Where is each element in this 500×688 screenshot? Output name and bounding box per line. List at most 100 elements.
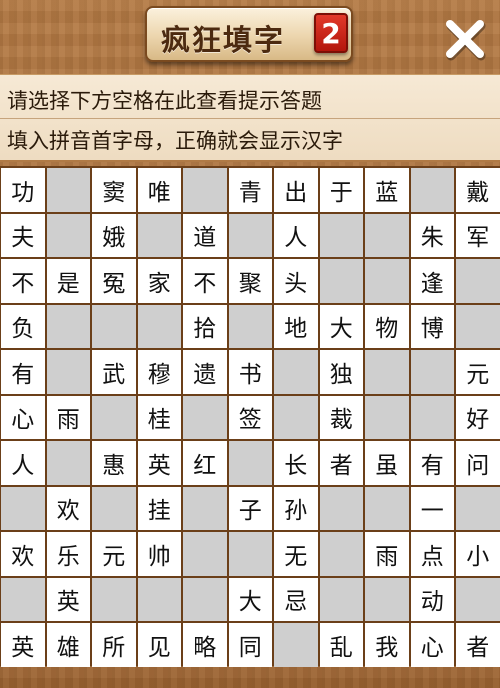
grid-cell-empty[interactable] xyxy=(228,304,272,348)
grid-cell-empty[interactable] xyxy=(183,168,227,212)
grid-cell-filled[interactable]: 雨 xyxy=(365,532,409,576)
grid-cell-empty[interactable] xyxy=(456,259,500,303)
grid-cell-empty[interactable] xyxy=(365,486,409,530)
grid-cell-empty[interactable] xyxy=(410,350,454,394)
grid-cell-filled[interactable]: 夫 xyxy=(1,213,45,257)
grid-cell-empty[interactable] xyxy=(1,486,45,530)
grid-cell-filled[interactable]: 乱 xyxy=(319,623,363,667)
grid-cell-filled[interactable]: 桂 xyxy=(137,395,181,439)
grid-cell-empty[interactable] xyxy=(183,486,227,530)
grid-cell-filled[interactable]: 心 xyxy=(410,623,454,667)
grid-cell-empty[interactable] xyxy=(456,304,500,348)
grid-cell-filled[interactable]: 冤 xyxy=(92,259,136,303)
grid-cell-filled[interactable]: 书 xyxy=(228,350,272,394)
grid-cell-filled[interactable]: 娥 xyxy=(92,213,136,257)
grid-cell-filled[interactable]: 唯 xyxy=(137,168,181,212)
grid-cell-filled[interactable]: 朱 xyxy=(410,213,454,257)
grid-cell-filled[interactable]: 英 xyxy=(46,577,90,621)
grid-cell-filled[interactable]: 点 xyxy=(410,532,454,576)
grid-cell-filled[interactable]: 略 xyxy=(183,623,227,667)
grid-cell-empty[interactable] xyxy=(228,213,272,257)
grid-cell-filled[interactable]: 惠 xyxy=(92,441,136,485)
grid-cell-empty[interactable] xyxy=(46,304,90,348)
grid-cell-empty[interactable] xyxy=(365,213,409,257)
grid-cell-filled[interactable]: 者 xyxy=(456,623,500,667)
grid-cell-filled[interactable]: 博 xyxy=(410,304,454,348)
grid-cell-empty[interactable] xyxy=(456,486,500,530)
grid-cell-empty[interactable] xyxy=(319,259,363,303)
grid-cell-empty[interactable] xyxy=(137,213,181,257)
grid-cell-empty[interactable] xyxy=(319,577,363,621)
grid-cell-empty[interactable] xyxy=(319,213,363,257)
grid-cell-filled[interactable]: 同 xyxy=(228,623,272,667)
grid-cell-filled[interactable]: 无 xyxy=(274,532,318,576)
grid-cell-empty[interactable] xyxy=(1,577,45,621)
grid-cell-empty[interactable] xyxy=(410,168,454,212)
grid-cell-filled[interactable]: 独 xyxy=(319,350,363,394)
grid-cell-filled[interactable]: 英 xyxy=(1,623,45,667)
grid-cell-filled[interactable]: 不 xyxy=(183,259,227,303)
grid-cell-empty[interactable] xyxy=(183,532,227,576)
grid-cell-filled[interactable]: 所 xyxy=(92,623,136,667)
grid-cell-empty[interactable] xyxy=(46,441,90,485)
grid-cell-empty[interactable] xyxy=(228,441,272,485)
grid-cell-filled[interactable]: 雨 xyxy=(46,395,90,439)
grid-cell-empty[interactable] xyxy=(92,395,136,439)
grid-cell-filled[interactable]: 头 xyxy=(274,259,318,303)
grid-cell-empty[interactable] xyxy=(183,395,227,439)
grid-cell-filled[interactable]: 人 xyxy=(274,213,318,257)
grid-cell-filled[interactable]: 小 xyxy=(456,532,500,576)
grid-cell-filled[interactable]: 拾 xyxy=(183,304,227,348)
grid-cell-filled[interactable]: 负 xyxy=(1,304,45,348)
grid-cell-filled[interactable]: 武 xyxy=(92,350,136,394)
grid-cell-filled[interactable]: 是 xyxy=(46,259,90,303)
grid-cell-filled[interactable]: 英 xyxy=(137,441,181,485)
grid-cell-empty[interactable] xyxy=(365,577,409,621)
grid-cell-empty[interactable] xyxy=(46,350,90,394)
grid-cell-empty[interactable] xyxy=(46,213,90,257)
grid-cell-filled[interactable]: 出 xyxy=(274,168,318,212)
grid-cell-filled[interactable]: 元 xyxy=(456,350,500,394)
grid-cell-empty[interactable] xyxy=(46,168,90,212)
grid-cell-filled[interactable]: 我 xyxy=(365,623,409,667)
grid-cell-filled[interactable]: 欢 xyxy=(46,486,90,530)
grid-cell-filled[interactable]: 青 xyxy=(228,168,272,212)
grid-cell-empty[interactable] xyxy=(183,577,227,621)
grid-cell-empty[interactable] xyxy=(365,350,409,394)
grid-cell-filled[interactable]: 欢 xyxy=(1,532,45,576)
grid-cell-empty[interactable] xyxy=(319,532,363,576)
grid-cell-empty[interactable] xyxy=(137,577,181,621)
grid-cell-empty[interactable] xyxy=(365,395,409,439)
grid-cell-filled[interactable]: 一 xyxy=(410,486,454,530)
grid-cell-filled[interactable]: 元 xyxy=(92,532,136,576)
grid-cell-filled[interactable]: 签 xyxy=(228,395,272,439)
grid-cell-filled[interactable]: 动 xyxy=(410,577,454,621)
grid-cell-filled[interactable]: 大 xyxy=(228,577,272,621)
grid-cell-filled[interactable]: 见 xyxy=(137,623,181,667)
grid-cell-filled[interactable]: 人 xyxy=(1,441,45,485)
grid-cell-filled[interactable]: 蓝 xyxy=(365,168,409,212)
grid-cell-filled[interactable]: 军 xyxy=(456,213,500,257)
grid-cell-filled[interactable]: 家 xyxy=(137,259,181,303)
grid-cell-filled[interactable]: 逢 xyxy=(410,259,454,303)
grid-cell-filled[interactable]: 穆 xyxy=(137,350,181,394)
grid-cell-empty[interactable] xyxy=(319,486,363,530)
grid-cell-filled[interactable]: 问 xyxy=(456,441,500,485)
grid-cell-filled[interactable]: 者 xyxy=(319,441,363,485)
grid-cell-empty[interactable] xyxy=(274,623,318,667)
grid-cell-empty[interactable] xyxy=(274,395,318,439)
grid-cell-empty[interactable] xyxy=(92,577,136,621)
grid-cell-filled[interactable]: 物 xyxy=(365,304,409,348)
grid-cell-filled[interactable]: 戴 xyxy=(456,168,500,212)
grid-cell-filled[interactable]: 大 xyxy=(319,304,363,348)
grid-cell-filled[interactable]: 聚 xyxy=(228,259,272,303)
grid-cell-filled[interactable]: 孙 xyxy=(274,486,318,530)
grid-cell-filled[interactable]: 地 xyxy=(274,304,318,348)
grid-cell-empty[interactable] xyxy=(365,259,409,303)
grid-cell-filled[interactable]: 功 xyxy=(1,168,45,212)
grid-cell-filled[interactable]: 红 xyxy=(183,441,227,485)
grid-cell-empty[interactable] xyxy=(228,532,272,576)
grid-cell-empty[interactable] xyxy=(92,304,136,348)
grid-cell-filled[interactable]: 子 xyxy=(228,486,272,530)
grid-cell-filled[interactable]: 雄 xyxy=(46,623,90,667)
